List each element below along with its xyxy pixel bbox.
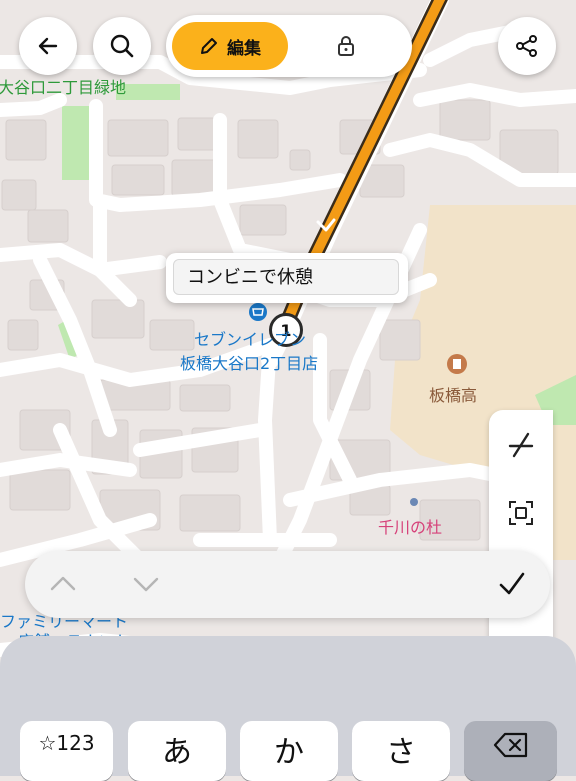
key-symbols-label: ☆123	[38, 731, 95, 755]
back-button[interactable]	[19, 17, 77, 75]
key-a[interactable]: あ	[128, 721, 226, 781]
route-off-icon	[508, 432, 534, 458]
map-side-panel	[489, 410, 553, 660]
key-sa[interactable]: さ	[352, 721, 450, 781]
fit-frame-icon	[509, 501, 533, 525]
search-button[interactable]	[93, 17, 151, 75]
done-button[interactable]	[489, 561, 535, 607]
chevron-down-icon	[133, 577, 159, 592]
japanese-keyboard: ☆123 あ か さ	[0, 636, 576, 781]
mode-toolbar: 編集	[166, 15, 412, 77]
map-label-store-line1: セブンイレブン	[194, 330, 307, 349]
waypoint-popup: コンビニで休憩	[166, 253, 408, 303]
share-button[interactable]	[498, 17, 556, 75]
delete-key[interactable]	[464, 721, 557, 781]
delete-icon	[493, 732, 527, 758]
map-label-school: 板橋高	[429, 386, 478, 405]
next-field-button[interactable]	[123, 561, 169, 607]
map-label-store-line2: 板橋大谷口2丁目店	[180, 354, 319, 373]
search-icon	[110, 34, 134, 58]
chevron-up-icon	[50, 576, 76, 591]
key-a-label: あ	[162, 735, 192, 770]
arrow-left-icon	[38, 37, 58, 55]
key-ka-label: か	[274, 735, 304, 770]
waypoint-name-input[interactable]: コンビニで休憩	[173, 259, 399, 295]
route-off-button[interactable]	[489, 412, 553, 478]
edit-label: 編集	[227, 38, 261, 59]
map-label-place: 千川の杜	[378, 518, 443, 537]
lock-icon	[338, 36, 354, 56]
map-label-park: 大谷口二丁目緑地	[0, 78, 127, 97]
edit-button[interactable]: 編集	[172, 22, 288, 70]
fit-frame-button[interactable]	[489, 480, 553, 546]
share-icon	[516, 35, 537, 57]
previous-field-button[interactable]	[40, 561, 86, 607]
key-symbols[interactable]: ☆123	[20, 721, 113, 781]
keyboard-accessory-bar	[25, 551, 550, 618]
pencil-icon	[201, 38, 217, 54]
checkmark-icon	[499, 572, 525, 595]
store-icon	[249, 303, 267, 321]
key-ka[interactable]: か	[240, 721, 338, 781]
place-dot-icon	[410, 498, 418, 506]
key-sa-label: さ	[386, 735, 416, 770]
lock-button[interactable]	[328, 33, 364, 59]
school-icon	[447, 354, 467, 374]
